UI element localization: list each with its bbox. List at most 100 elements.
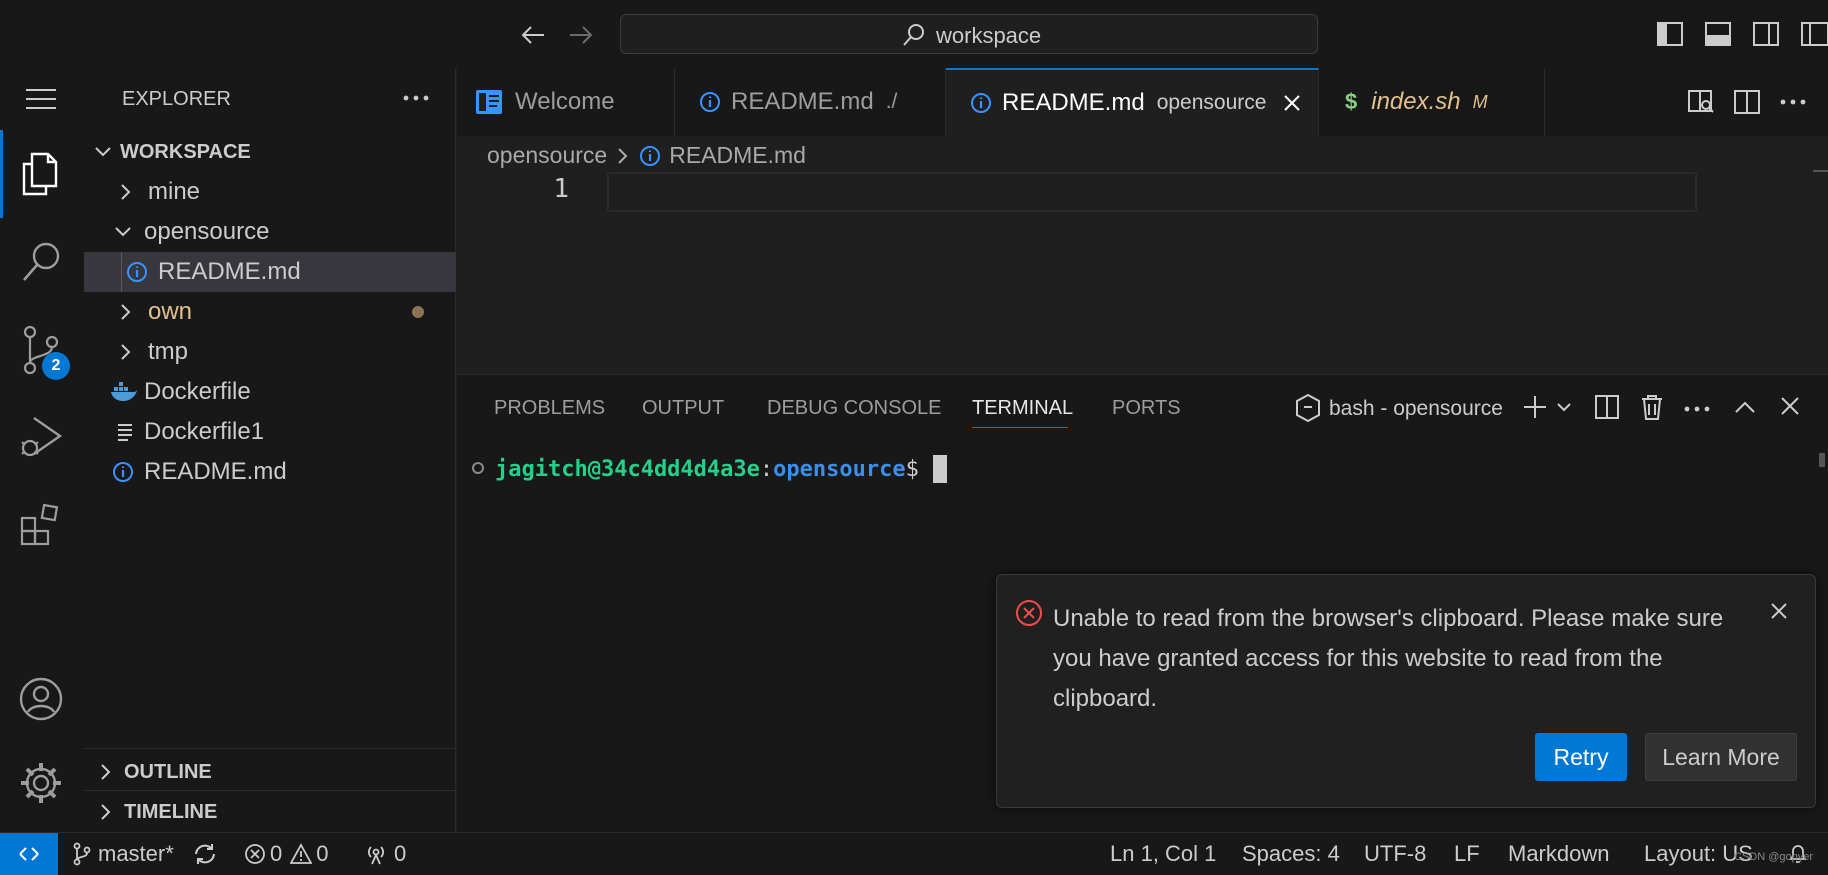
breadcrumb-file[interactable]: README.md xyxy=(669,142,806,169)
back-arrow-icon[interactable] xyxy=(518,20,548,50)
close-panel-icon[interactable] xyxy=(1779,395,1801,417)
end-of-line[interactable]: LF xyxy=(1454,833,1480,875)
account-icon[interactable] xyxy=(18,676,64,722)
encoding[interactable]: UTF-8 xyxy=(1364,833,1426,875)
search-icon[interactable] xyxy=(20,238,64,286)
trash-icon[interactable] xyxy=(1639,393,1665,421)
activity-bar: 2 xyxy=(0,68,85,832)
tab-readme-root[interactable]: README.md ./ xyxy=(675,68,946,136)
tab-output[interactable]: OUTPUT xyxy=(642,397,724,420)
error-count: 0 xyxy=(270,841,283,866)
split-terminal-icon[interactable] xyxy=(1593,393,1621,421)
git-branch-icon xyxy=(72,842,92,866)
tab-problems[interactable]: PROBLEMS xyxy=(494,397,605,420)
ports-indicator[interactable]: 0 xyxy=(364,833,406,875)
outline-section-header[interactable]: OUTLINE xyxy=(84,752,456,792)
tab-description: ./ xyxy=(885,90,898,113)
maximize-panel-icon[interactable] xyxy=(1733,397,1757,417)
modified-dot-icon xyxy=(412,306,424,318)
status-bar: master* 0 0 0 Ln 1, Col 1 Spaces: 4 UTF-… xyxy=(0,832,1828,875)
chevron-right-icon xyxy=(118,303,134,321)
breadcrumb: opensource README.md xyxy=(487,142,806,169)
tree-item-tmp[interactable]: tmp xyxy=(84,332,456,372)
indentation[interactable]: Spaces: 4 xyxy=(1242,833,1340,875)
close-icon[interactable] xyxy=(1282,93,1302,113)
toggle-secondary-sidebar-icon[interactable] xyxy=(1752,20,1780,48)
notification-toast: Unable to read from the browser's clipbo… xyxy=(996,574,1816,808)
breadcrumb-folder[interactable]: opensource xyxy=(487,142,607,169)
gear-icon[interactable] xyxy=(18,760,64,806)
tab-ports[interactable]: PORTS xyxy=(1112,397,1181,420)
tree-item-own[interactable]: own xyxy=(84,292,456,332)
retry-button[interactable]: Retry xyxy=(1535,733,1627,781)
command-center-search[interactable]: workspace xyxy=(620,14,1318,54)
toggle-primary-sidebar-icon[interactable] xyxy=(1656,20,1684,48)
tree-item-dockerfile[interactable]: Dockerfile xyxy=(84,372,456,412)
chevron-down-icon xyxy=(94,143,112,161)
terminal-scrollbar[interactable] xyxy=(1819,453,1825,467)
close-icon[interactable] xyxy=(1769,601,1789,621)
tree-item-label: Dockerfile xyxy=(144,378,251,405)
search-text: workspace xyxy=(936,23,1042,48)
terminal-cursor xyxy=(932,455,947,483)
branch-name: master* xyxy=(98,841,174,866)
editor-area[interactable]: opensource README.md 1 xyxy=(457,136,1828,374)
warning-count: 0 xyxy=(316,841,329,866)
terminal-prompt[interactable]: jagitch@34c4dd4d4a3e : opensource $ xyxy=(495,455,947,483)
run-debug-icon[interactable] xyxy=(18,412,64,460)
branch-indicator[interactable]: master* xyxy=(72,833,174,875)
error-icon xyxy=(1015,599,1043,627)
tree-item-opensource[interactable]: opensource xyxy=(84,212,456,252)
remote-icon xyxy=(17,842,41,866)
info-icon xyxy=(639,145,661,167)
prompt-path: opensource xyxy=(773,456,906,482)
editor-tabs-bar: Welcome README.md ./ README.md opensourc… xyxy=(457,68,1828,137)
cursor-position[interactable]: Ln 1, Col 1 xyxy=(1110,833,1216,875)
broadcast-icon xyxy=(364,843,388,865)
active-indicator xyxy=(0,130,3,218)
tree-item-label: mine xyxy=(148,178,201,205)
more-actions-icon[interactable] xyxy=(1779,94,1807,110)
tab-label: README.md xyxy=(1002,89,1145,116)
problems-indicator[interactable]: 0 0 xyxy=(244,833,329,875)
tab-terminal[interactable]: TERMINAL xyxy=(972,397,1073,420)
language-mode[interactable]: Markdown xyxy=(1508,833,1609,875)
terminal-name[interactable]: bash - opensource xyxy=(1329,397,1503,421)
tab-debug-console[interactable]: DEBUG CONSOLE xyxy=(767,397,941,420)
sync-icon[interactable] xyxy=(192,833,218,875)
tree-item-mine[interactable]: mine xyxy=(84,172,456,212)
chevron-down-icon xyxy=(114,223,132,241)
outline-label: OUTLINE xyxy=(124,760,212,783)
tree-item-dockerfile1[interactable]: Dockerfile1 xyxy=(84,412,456,452)
more-actions-icon[interactable] xyxy=(1683,401,1711,417)
remote-indicator[interactable] xyxy=(0,833,58,875)
tree-item-readme-selected[interactable]: README.md xyxy=(84,252,456,292)
more-actions-icon[interactable] xyxy=(402,90,430,106)
split-editor-icon[interactable] xyxy=(1733,88,1761,116)
dollar-icon: $ xyxy=(1345,89,1358,114)
forward-arrow-icon[interactable] xyxy=(566,20,596,50)
error-icon xyxy=(244,843,266,865)
new-terminal-icon[interactable] xyxy=(1521,393,1549,421)
customize-layout-icon[interactable] xyxy=(1800,20,1828,48)
command-decoration-icon xyxy=(471,461,485,475)
toggle-panel-icon[interactable] xyxy=(1704,20,1732,48)
menu-icon[interactable] xyxy=(24,86,58,112)
tab-welcome[interactable]: Welcome xyxy=(457,68,675,136)
explorer-icon[interactable] xyxy=(18,150,62,198)
tree-item-readme[interactable]: README.md xyxy=(84,452,456,492)
prompt-user: jagitch@34c4dd4d4a3e xyxy=(495,456,760,482)
learn-more-button[interactable]: Learn More xyxy=(1645,733,1797,781)
tree-item-label: tmp xyxy=(148,338,189,365)
chevron-down-icon[interactable] xyxy=(1556,401,1572,415)
open-preview-icon[interactable] xyxy=(1687,88,1715,116)
welcome-icon xyxy=(475,89,503,115)
tab-readme-opensource[interactable]: README.md opensource xyxy=(946,68,1319,136)
workspace-section-header[interactable]: WORKSPACE xyxy=(84,132,456,172)
timeline-section-header[interactable]: TIMELINE xyxy=(84,792,456,832)
modified-indicator: M xyxy=(1472,91,1488,112)
tab-index-sh[interactable]: $ index.sh M xyxy=(1319,68,1545,136)
current-line-highlight xyxy=(607,172,1697,212)
extensions-icon[interactable] xyxy=(18,500,64,548)
search-icon xyxy=(901,22,927,48)
